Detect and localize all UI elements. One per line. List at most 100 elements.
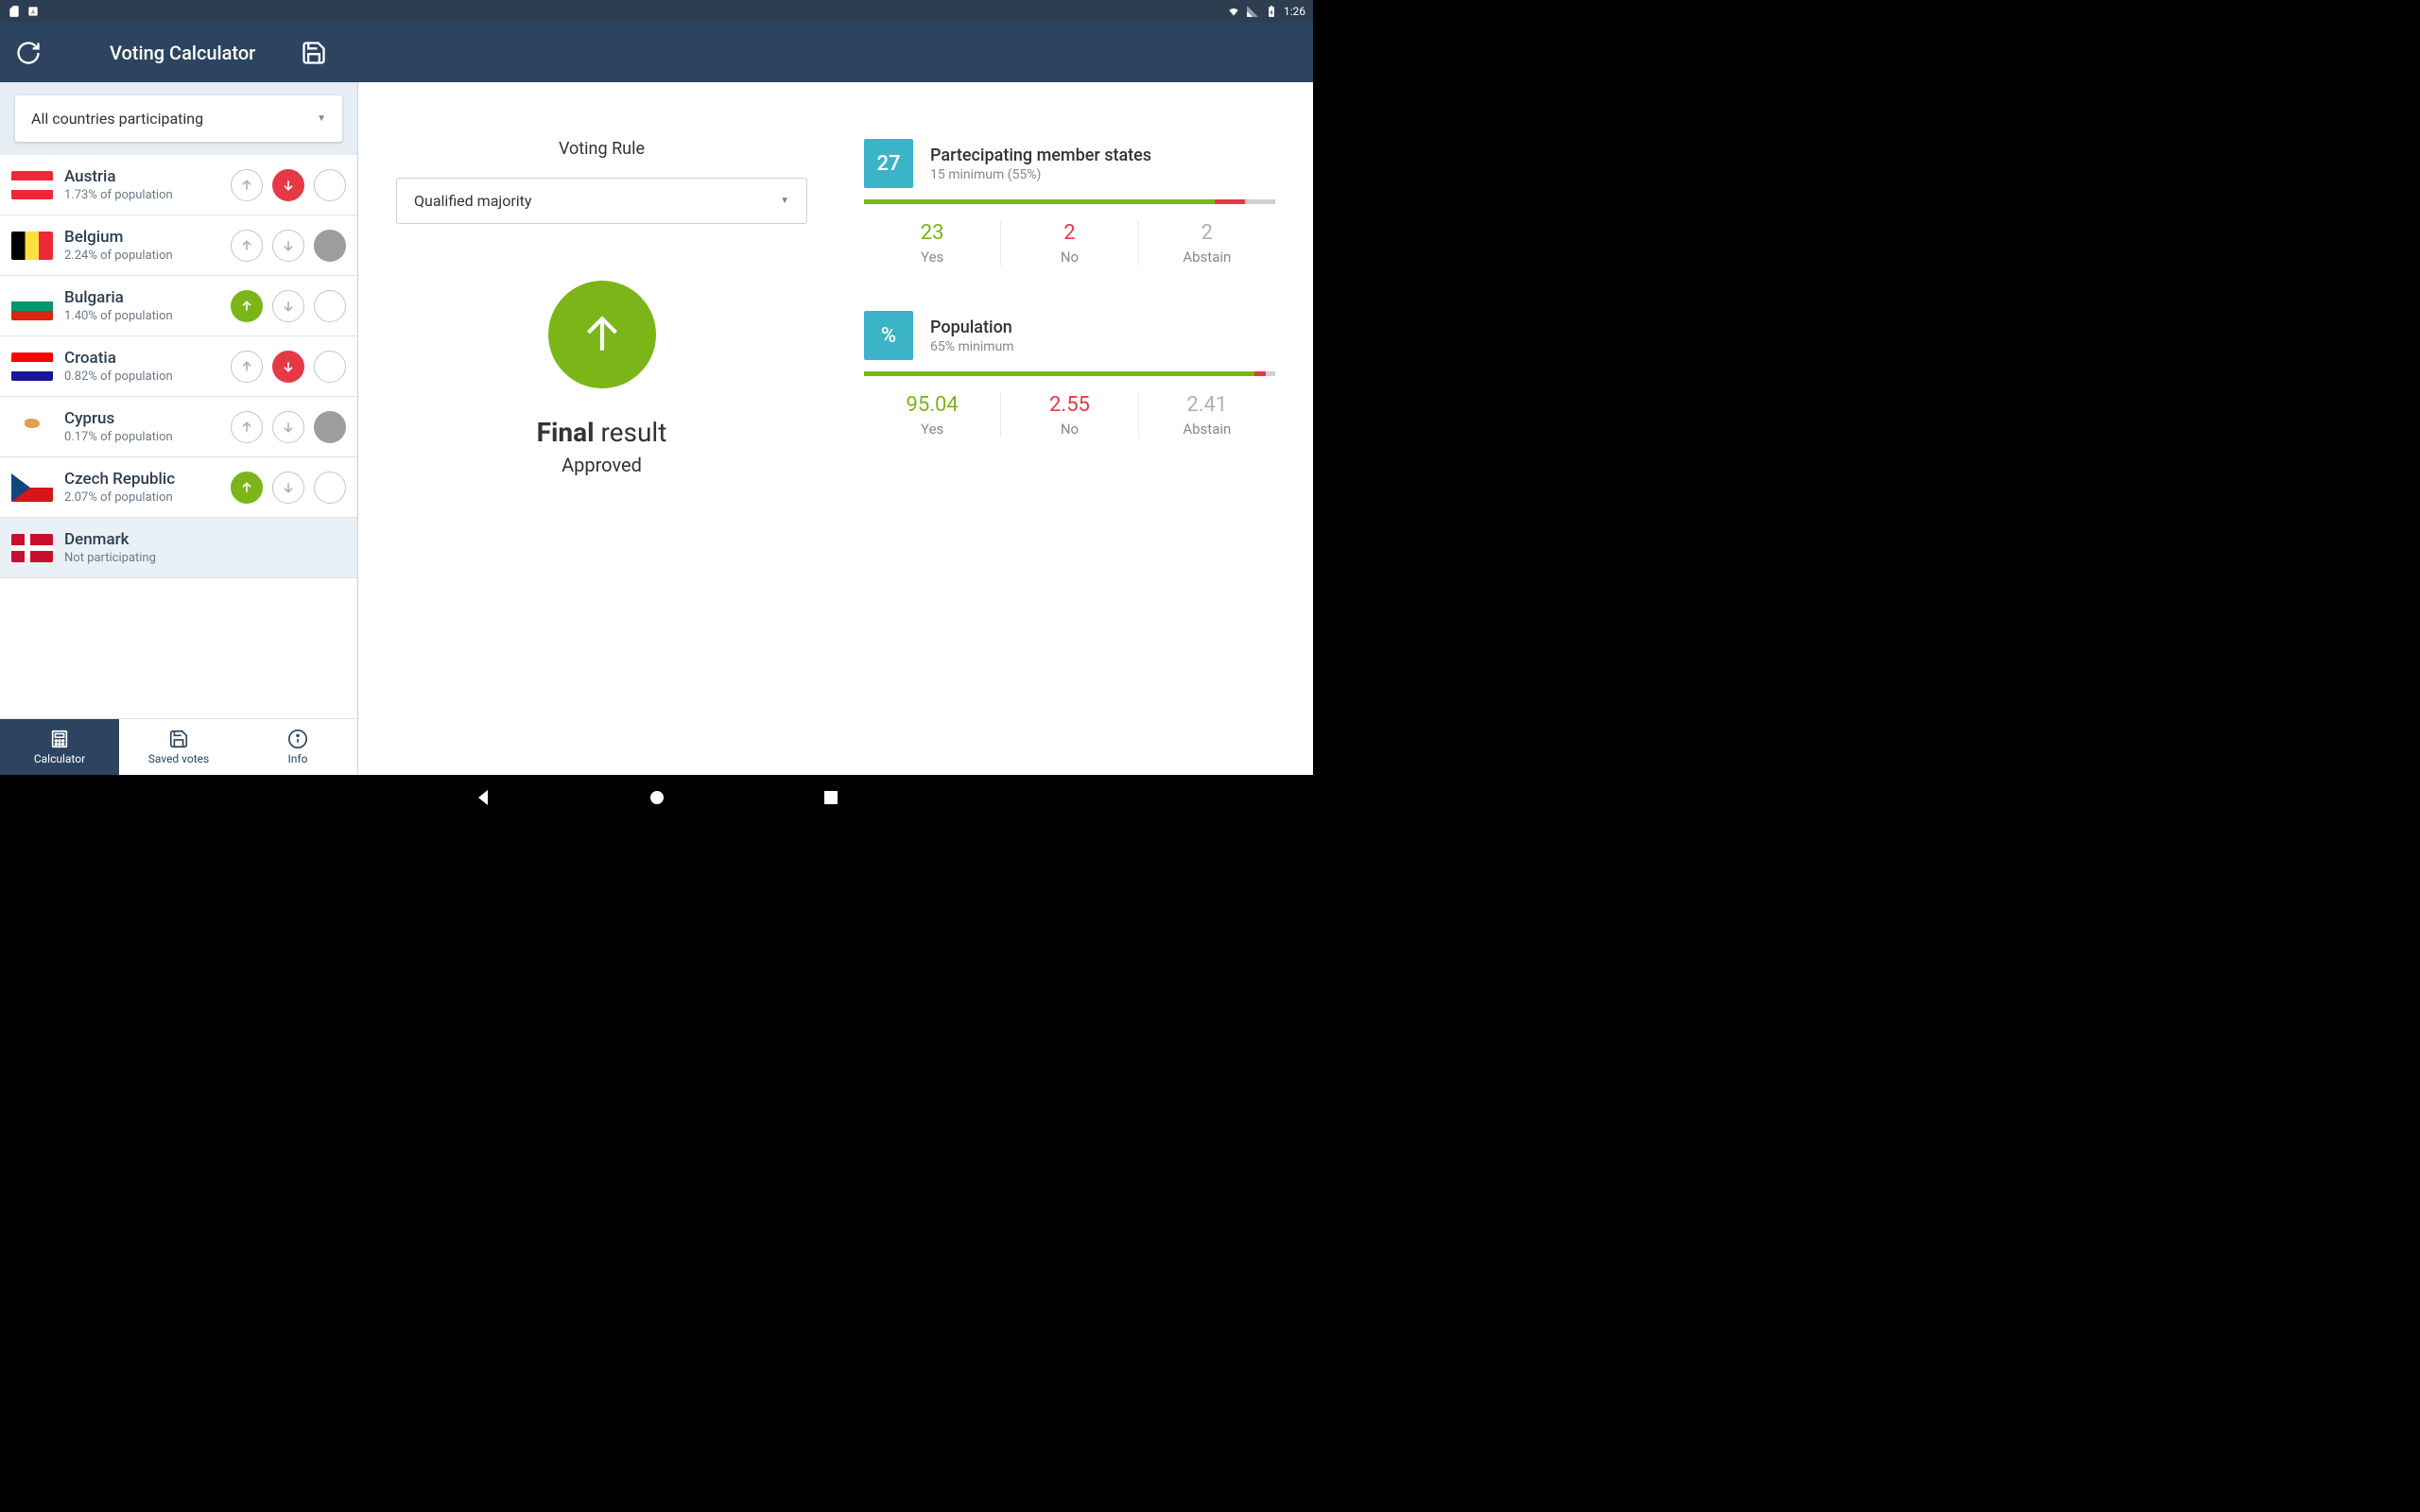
vote-abstain-button[interactable] xyxy=(314,411,346,443)
vote-yes-button[interactable] xyxy=(231,411,263,443)
country-name: Bulgaria xyxy=(64,288,219,307)
population-title: Population xyxy=(930,318,1014,337)
country-row[interactable]: Croatia0.82% of population xyxy=(0,336,357,397)
country-sub: 2.24% of population xyxy=(64,249,219,263)
vote-abstain-button[interactable] xyxy=(314,230,346,262)
abstain-label: Abstain xyxy=(1139,249,1275,266)
flag-icon xyxy=(11,413,53,441)
result-label: Final result xyxy=(537,417,667,448)
population-yes-value: 95.04 xyxy=(864,393,1000,417)
bottom-nav-calculator[interactable]: Calculator xyxy=(0,719,119,775)
country-info: Czech Republic2.07% of population xyxy=(64,470,219,505)
back-button[interactable] xyxy=(472,786,494,809)
metric-states: 27 Partecipating member states 15 minimu… xyxy=(864,139,1275,266)
bottom-nav-info[interactable]: Info xyxy=(238,719,357,775)
save-icon[interactable] xyxy=(301,40,327,66)
population-abstain-value: 2.41 xyxy=(1139,393,1275,417)
vote-buttons xyxy=(231,351,346,383)
country-sub: Not participating xyxy=(64,551,346,565)
metric-population: % Population 65% minimum 95.04 Yes xyxy=(864,311,1275,438)
vote-yes-button[interactable] xyxy=(231,472,263,504)
vote-no-button[interactable] xyxy=(272,351,304,383)
population-badge: % xyxy=(864,311,913,360)
vote-buttons xyxy=(231,411,346,443)
flag-icon xyxy=(11,292,53,320)
vote-abstain-button[interactable] xyxy=(314,290,346,322)
states-sub: 15 minimum (55%) xyxy=(930,167,1151,182)
vote-yes-button[interactable] xyxy=(231,351,263,383)
vote-abstain-button[interactable] xyxy=(314,351,346,383)
country-row[interactable]: Austria1.73% of population xyxy=(0,155,357,215)
country-row[interactable]: Cyprus 0.17% of population xyxy=(0,397,357,457)
sidebar: All countries participating ▼ Austria1.7… xyxy=(0,82,358,775)
vote-yes-button[interactable] xyxy=(231,169,263,201)
country-name: Cyprus xyxy=(64,409,219,428)
no-label: No xyxy=(1001,421,1137,438)
battery-icon xyxy=(1265,5,1278,18)
wifi-icon xyxy=(1227,5,1240,18)
states-progress-bar xyxy=(864,199,1275,204)
country-info: Austria1.73% of population xyxy=(64,167,219,202)
bottom-nav-saved-votes[interactable]: Saved votes xyxy=(119,719,238,775)
vote-abstain-button[interactable] xyxy=(314,169,346,201)
status-bar: A 1:26 xyxy=(0,0,1313,23)
vote-no-button[interactable] xyxy=(272,230,304,262)
bottom-nav-label: Info xyxy=(288,752,308,765)
country-sub: 0.17% of population xyxy=(64,430,219,444)
abstain-label: Abstain xyxy=(1139,421,1275,438)
home-button[interactable] xyxy=(646,786,668,809)
refresh-icon[interactable] xyxy=(15,40,42,66)
country-info: DenmarkNot participating xyxy=(64,530,346,565)
country-sub: 1.40% of population xyxy=(64,309,219,323)
country-sub: 0.82% of population xyxy=(64,369,219,384)
population-sub: 65% minimum xyxy=(930,339,1014,354)
vote-buttons xyxy=(231,472,346,504)
vote-yes-button[interactable] xyxy=(231,290,263,322)
vote-buttons xyxy=(231,230,346,262)
vote-buttons xyxy=(231,169,346,201)
country-info: Croatia0.82% of population xyxy=(64,349,219,384)
states-badge: 27 xyxy=(864,139,913,188)
states-abstain-value: 2 xyxy=(1139,221,1275,245)
participation-value: All countries participating xyxy=(31,110,203,128)
voting-rule-dropdown[interactable]: Qualified majority ▼ xyxy=(396,178,807,224)
bottom-nav-label: Saved votes xyxy=(148,752,209,765)
country-row[interactable]: DenmarkNot participating xyxy=(0,518,357,578)
bottom-nav-label: Calculator xyxy=(34,752,85,765)
app-title: Voting Calculator xyxy=(110,42,255,64)
recents-button[interactable] xyxy=(820,786,842,809)
vote-no-button[interactable] xyxy=(272,411,304,443)
country-info: Belgium2.24% of population xyxy=(64,228,219,263)
vote-no-button[interactable] xyxy=(272,290,304,322)
country-row[interactable]: Czech Republic2.07% of population xyxy=(0,457,357,518)
yes-label: Yes xyxy=(864,421,1000,438)
voting-rule-value: Qualified majority xyxy=(414,192,531,210)
vote-abstain-button[interactable] xyxy=(314,472,346,504)
country-row[interactable]: Belgium2.24% of population xyxy=(0,215,357,276)
states-no-value: 2 xyxy=(1001,221,1137,245)
svg-text:A: A xyxy=(31,9,35,15)
flag-icon xyxy=(11,473,53,502)
app-bar: Voting Calculator xyxy=(0,23,1313,82)
country-sub: 2.07% of population xyxy=(64,490,219,505)
country-row[interactable]: Bulgaria 1.40% of population xyxy=(0,276,357,336)
flag-icon xyxy=(11,232,53,260)
vote-no-button[interactable] xyxy=(272,169,304,201)
bottom-nav: Calculator Saved votes Info xyxy=(0,718,357,775)
no-label: No xyxy=(1001,249,1137,266)
population-progress-bar xyxy=(864,371,1275,376)
country-list[interactable]: Austria1.73% of population Belgium2.24% o… xyxy=(0,155,357,718)
vote-no-button[interactable] xyxy=(272,472,304,504)
signal-icon xyxy=(1246,5,1259,18)
app-icon: A xyxy=(26,5,40,18)
status-time: 1:26 xyxy=(1284,5,1305,18)
country-name: Czech Republic xyxy=(64,470,219,489)
country-sub: 1.73% of population xyxy=(64,188,219,202)
country-info: Cyprus 0.17% of population xyxy=(64,409,219,444)
population-no-value: 2.55 xyxy=(1001,393,1137,417)
vote-yes-button[interactable] xyxy=(231,230,263,262)
states-title: Partecipating member states xyxy=(930,146,1151,165)
flag-icon xyxy=(11,171,53,199)
sd-card-icon xyxy=(8,5,21,18)
participation-dropdown[interactable]: All countries participating ▼ xyxy=(15,95,342,142)
